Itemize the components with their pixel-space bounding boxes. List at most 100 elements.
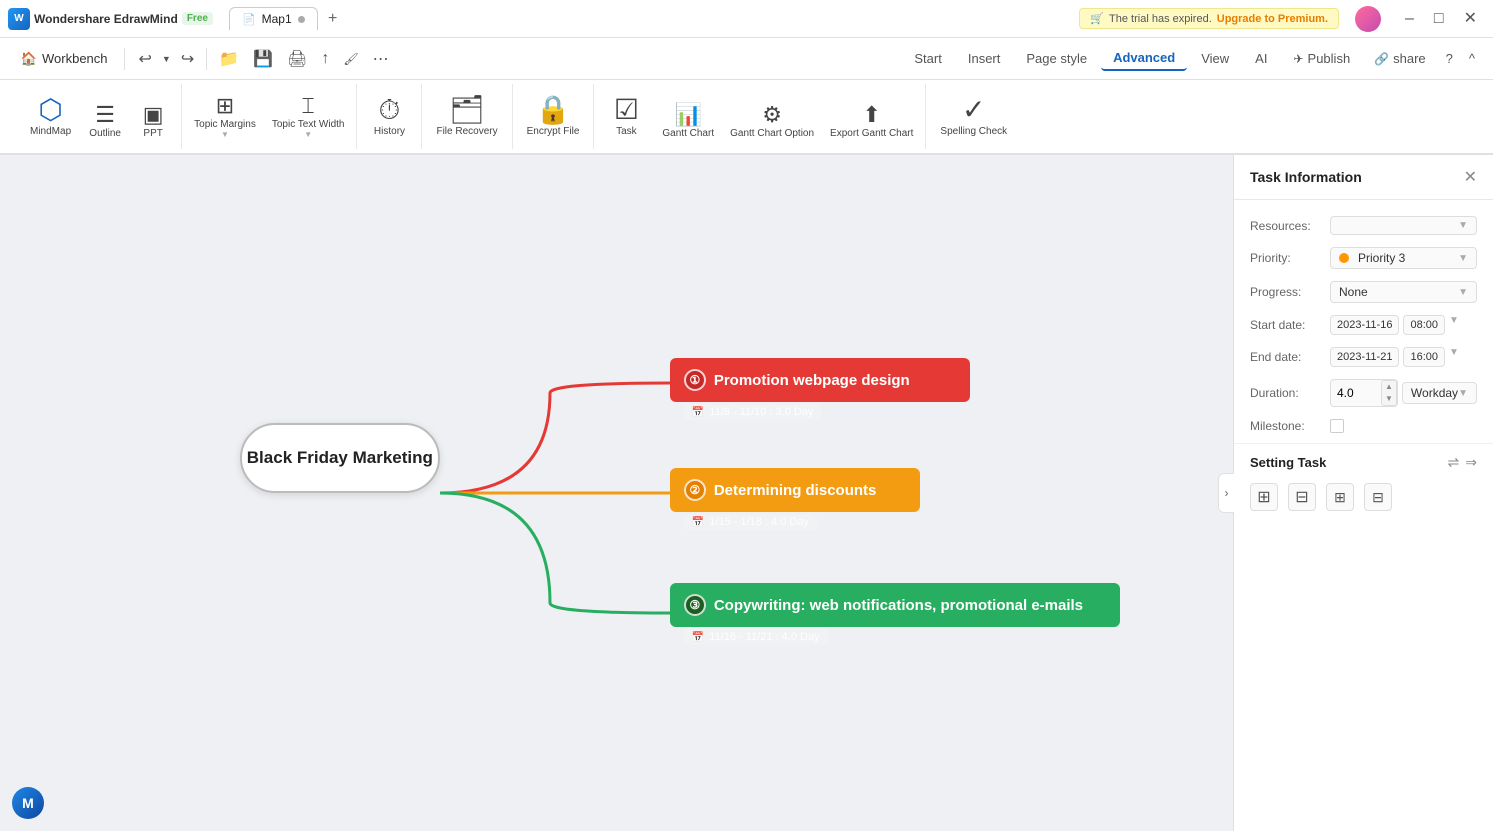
toolbar-file-buttons: ↩ ▼ ↪ 📁 💾 🖨 ↑ 🖌 ⋯ (133, 46, 395, 72)
setting-remove-button[interactable]: ⊟ (1288, 483, 1316, 511)
start-date-label: Start date: (1250, 318, 1322, 332)
maximize-button[interactable]: □ (1426, 9, 1452, 29)
ribbon-spelling-check-button[interactable]: ✓ Spelling Check (934, 92, 1013, 141)
ribbon-mindmap-button[interactable]: ⬡ MindMap (24, 92, 77, 141)
branch-1-date-value: 11/8 - 11/10 : 3.0 Day (709, 406, 813, 418)
topic-margins-chevron: ▼ (221, 130, 229, 139)
more-toolbar-button[interactable]: ⋯ (367, 46, 395, 72)
export-button[interactable]: ↑ (315, 47, 335, 71)
nav-page-style[interactable]: Page style (1014, 47, 1099, 70)
undo-dropdown[interactable]: ▼ (160, 54, 173, 64)
trial-banner: 🛒 The trial has expired. Upgrade to Prem… (1079, 8, 1339, 29)
setting-add-button[interactable]: ⊞ (1250, 483, 1278, 511)
user-avatar[interactable] (1355, 6, 1381, 32)
ribbon-export-gantt-button[interactable]: ⬆ Export Gantt Chart (826, 102, 917, 141)
central-node-label: Black Friday Marketing (247, 448, 433, 468)
save-button[interactable]: 💾 (247, 46, 279, 72)
publish-icon: ✈ (1293, 52, 1303, 66)
topic-text-width-label: Topic Text Width (272, 119, 345, 130)
priority-chevron: ▼ (1458, 253, 1468, 264)
start-time-value[interactable]: 08:00 (1403, 315, 1445, 335)
nav-advanced[interactable]: Advanced (1101, 46, 1187, 71)
ribbon-file-recovery-button[interactable]: 🗂 File Recovery (430, 92, 503, 141)
resources-select[interactable]: ▼ (1330, 216, 1477, 235)
ribbon-task-button[interactable]: ☑ Task (602, 92, 650, 141)
end-time-value[interactable]: 16:00 (1403, 347, 1445, 367)
duration-up[interactable]: ▲ (1382, 381, 1396, 393)
nav-ai[interactable]: AI (1243, 47, 1279, 70)
add-tab-button[interactable]: + (320, 6, 346, 32)
cart-icon: 🛒 (1090, 12, 1104, 25)
branch-3-node[interactable]: ③ Copywriting: web notifications, promot… (670, 583, 1120, 627)
panel-close-button[interactable]: ✕ (1464, 167, 1477, 187)
start-date-value[interactable]: 2023-11-16 (1330, 315, 1399, 335)
ribbon-gantt-option-button[interactable]: ⚙ Gantt Chart Option (726, 102, 818, 141)
progress-select[interactable]: None ▼ (1330, 281, 1477, 303)
duration-down[interactable]: ▼ (1382, 393, 1396, 405)
milestone-row: Milestone: (1234, 413, 1493, 439)
setting-grid1-button[interactable]: ⊞ (1326, 483, 1354, 511)
nav-insert[interactable]: Insert (956, 47, 1013, 70)
branch-2-container: ② Determining discounts 📅 1/15 - 1/18 : … (670, 468, 920, 530)
share-button[interactable]: 🔗 share (1364, 47, 1435, 70)
workbench-button[interactable]: 🏠 Workbench (12, 46, 116, 72)
format-button[interactable]: 🖌 (337, 49, 364, 69)
end-date-value[interactable]: 2023-11-21 (1330, 347, 1399, 367)
central-node[interactable]: Black Friday Marketing (240, 423, 440, 493)
collapse-ribbon-button[interactable]: ^ (1463, 47, 1481, 70)
nav-start[interactable]: Start (902, 47, 953, 70)
undo-button[interactable]: ↩ (133, 46, 158, 72)
close-button[interactable]: ✕ (1456, 9, 1485, 29)
branch-2-node[interactable]: ② Determining discounts (670, 468, 920, 512)
setting-grid2-button[interactable]: ⊟ (1364, 483, 1392, 511)
open-button[interactable]: 📁 (213, 46, 245, 72)
tab-map1-label: Map1 (262, 12, 292, 26)
ribbon-gantt-chart-button[interactable]: 📊 Gantt Chart (658, 102, 718, 141)
duration-stepper[interactable]: ▲ ▼ (1381, 380, 1397, 406)
topic-margins-icon: ⊞ (216, 95, 234, 117)
publish-button[interactable]: ✈ Publish (1283, 47, 1360, 70)
toolbar-divider-2 (206, 48, 207, 70)
view-mode-icons: ⬡ MindMap ☰ Outline ▣ PPT (24, 92, 173, 141)
panel-collapse-button[interactable]: › (1218, 473, 1234, 513)
ribbon-topic-margins-button[interactable]: ⊞ Topic Margins ▼ (190, 93, 260, 141)
priority-select[interactable]: Priority 3 ▼ (1330, 247, 1477, 269)
duration-number[interactable]: 4.0 (1331, 383, 1381, 403)
bottom-logo: M (12, 787, 44, 819)
spelling-check-icon: ✓ (962, 96, 985, 124)
section-icon-2[interactable]: ⇒ (1465, 454, 1477, 471)
ribbon-group-topic: ⊞ Topic Margins ▼ ⌶ Topic Text Width ▼ (182, 84, 357, 149)
end-date-chevron: ▼ (1449, 347, 1459, 367)
tab-bar: 📄 Map1 + (229, 6, 346, 32)
print-button[interactable]: 🖨 (281, 46, 313, 72)
redo-button[interactable]: ↪ (175, 46, 200, 72)
branch-2-date: 📅 1/15 - 1/18 : 4.0 Day (684, 514, 817, 530)
ribbon-encrypt-button[interactable]: 🔒 Encrypt File (521, 92, 586, 141)
branch-1-node[interactable]: ① Promotion webpage design (670, 358, 970, 402)
ribbon-topic-text-width-button[interactable]: ⌶ Topic Text Width ▼ (268, 93, 349, 141)
branch-2-date-icon: 📅 (692, 517, 704, 528)
share-label: share (1393, 51, 1426, 66)
file-recovery-label: File Recovery (436, 126, 497, 137)
priority-value: Priority 3 (1358, 251, 1405, 265)
tab-modified-dot (298, 16, 305, 23)
ribbon-history-button[interactable]: ⏱ History (365, 92, 413, 141)
branch-3-label: Copywriting: web notifications, promotio… (714, 597, 1083, 614)
help-button[interactable]: ? (1440, 47, 1459, 70)
ribbon-ppt-button[interactable]: ▣ PPT (133, 102, 173, 141)
canvas[interactable]: Black Friday Marketing ① Promotion webpa… (0, 155, 1233, 831)
history-icon: ⏱ (379, 96, 401, 124)
milestone-checkbox[interactable] (1330, 419, 1344, 433)
resources-label: Resources: (1250, 219, 1322, 233)
outline-icon: ☰ (95, 104, 115, 126)
panel-body: Resources: ▼ Priority: Priority 3 ▼ (1234, 200, 1493, 831)
section-icon-1[interactable]: ⇌ (1448, 454, 1460, 471)
minimize-button[interactable]: – (1397, 9, 1422, 29)
task-info-panel: › Task Information ✕ Resources: ▼ Priori… (1233, 155, 1493, 831)
nav-view[interactable]: View (1189, 47, 1241, 70)
task-icon: ☑ (614, 96, 639, 124)
branch-2-label: Determining discounts (714, 482, 877, 499)
ribbon-outline-button[interactable]: ☰ Outline (85, 102, 125, 141)
tab-map1[interactable]: 📄 Map1 (229, 7, 318, 30)
duration-unit-select[interactable]: Workday ▼ (1402, 382, 1477, 404)
